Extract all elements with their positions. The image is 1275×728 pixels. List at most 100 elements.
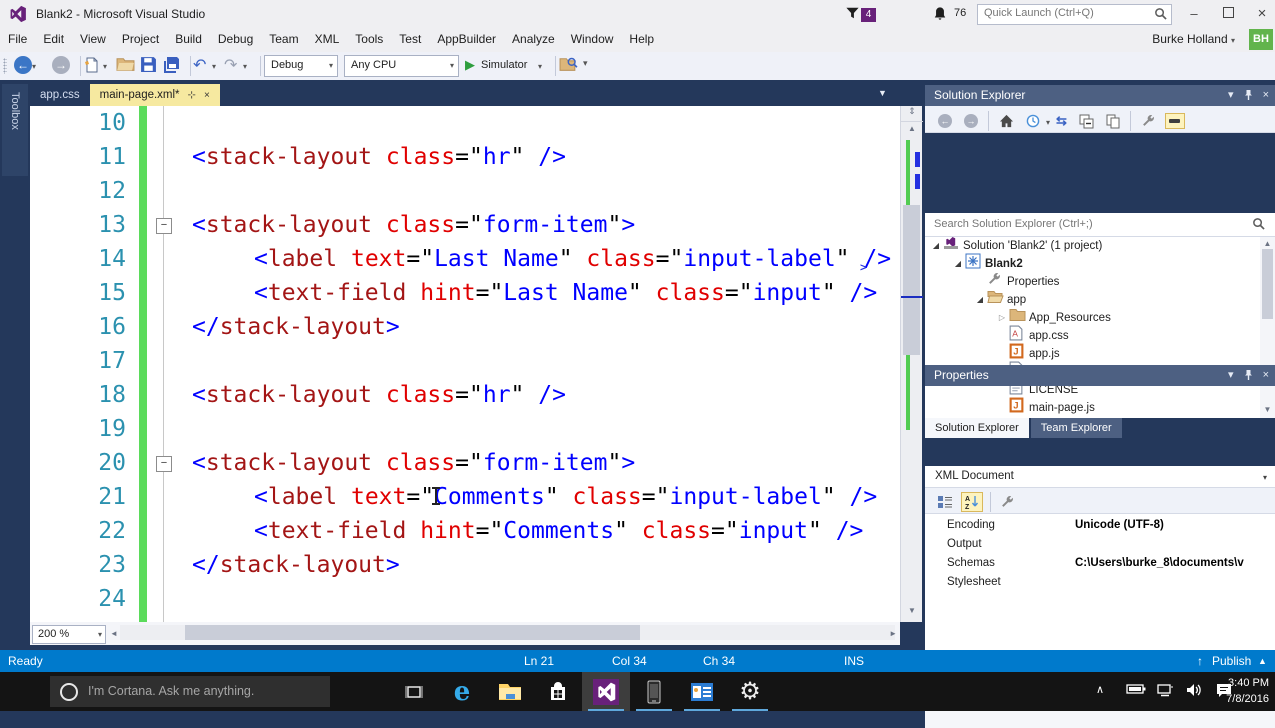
undo-icon[interactable]: ↶ (193, 56, 206, 76)
avatar[interactable]: BH (1249, 29, 1273, 50)
menu-help[interactable]: Help (621, 28, 662, 50)
tree-item-main-page-js[interactable]: Jmain-page.js (925, 399, 1275, 417)
chevron-down-icon[interactable]: ▾ (212, 62, 216, 71)
clock[interactable]: 3:40 PM 7/8/2016 (1226, 675, 1269, 707)
navigate-forward-icon[interactable]: → (52, 56, 70, 74)
close-icon[interactable]: × (1263, 89, 1269, 101)
battery-icon[interactable] (1126, 683, 1146, 695)
start-button[interactable] (0, 672, 48, 711)
tree-item-app-css[interactable]: Aapp.css (925, 327, 1275, 345)
chevron-down-icon[interactable]: ▾ (538, 62, 542, 71)
horizontal-scrollbar-thumb[interactable] (185, 625, 640, 640)
scroll-down-icon[interactable]: ▼ (1260, 405, 1275, 414)
alphabetical-icon[interactable]: AZ (961, 492, 983, 512)
run-play-icon[interactable]: ▶ (465, 57, 475, 73)
redo-icon[interactable]: ↷ (224, 56, 237, 76)
debug-config-dropdown[interactable]: Debug▾ (264, 55, 338, 77)
horizontal-scrollbar[interactable] (120, 625, 895, 640)
scrollbar-thumb[interactable] (903, 205, 920, 355)
new-file-icon[interactable] (84, 56, 100, 74)
save-icon[interactable] (140, 56, 157, 73)
chevron-up-icon[interactable]: ∧ (1096, 683, 1104, 696)
tree-item-app[interactable]: ◢app (925, 291, 1275, 309)
menu-analyze[interactable]: Analyze (504, 28, 563, 50)
property-row[interactable]: SchemasC:\Users\burke_8\documents\v (925, 554, 1275, 573)
scroll-right-icon[interactable]: ► (889, 629, 897, 638)
menu-test[interactable]: Test (391, 28, 429, 50)
property-value[interactable]: C:\Users\burke_8\documents\v (1075, 554, 1275, 573)
bell-icon[interactable] (933, 6, 947, 21)
scroll-down-icon[interactable]: ▼ (901, 606, 923, 615)
expander-icon[interactable]: ◢ (973, 291, 987, 309)
chevron-down-icon[interactable]: ▾ (1046, 118, 1050, 127)
chevron-up-icon[interactable]: ▲ (1258, 656, 1267, 666)
minimize-button[interactable]: – (1178, 0, 1210, 28)
chevron-down-icon[interactable]: ▾ (32, 62, 36, 71)
taskbar-task-view-button[interactable] (390, 672, 438, 711)
tool-tab-solution-explorer[interactable]: Solution Explorer (925, 418, 1029, 438)
taskbar-settings-gear-button[interactable]: ⚙ (726, 672, 774, 711)
scroll-up-icon[interactable]: ▲ (901, 124, 923, 133)
taskbar-visual-studio-button[interactable] (582, 672, 630, 711)
close-icon[interactable]: × (1263, 369, 1269, 381)
tool-tab-team-explorer[interactable]: Team Explorer (1031, 418, 1122, 438)
pin-icon[interactable] (1243, 89, 1254, 101)
tree-item-app-js[interactable]: Japp.js (925, 345, 1275, 363)
home-icon[interactable] (997, 113, 1016, 129)
forward-icon[interactable]: → (962, 113, 980, 129)
cortana-search-input[interactable]: I'm Cortana. Ask me anything. (50, 676, 330, 707)
expander-icon[interactable]: ◢ (929, 237, 943, 255)
expander-icon[interactable]: ▷ (995, 309, 1009, 327)
property-value[interactable] (1075, 573, 1275, 592)
menu-appbuilder[interactable]: AppBuilder (429, 28, 504, 50)
wrench-icon[interactable] (1139, 113, 1157, 129)
tree-item-blank2[interactable]: ◢Blank2 (925, 255, 1275, 273)
navigate-back-icon[interactable]: ← (14, 56, 32, 74)
property-value[interactable]: Unicode (UTF-8) (1075, 516, 1275, 535)
taskbar-document-app-button[interactable] (678, 672, 726, 711)
toolbox-tab[interactable]: Toolbox (2, 84, 28, 176)
menu-build[interactable]: Build (167, 28, 210, 50)
volume-icon[interactable] (1186, 683, 1203, 697)
close-tab-icon[interactable]: × (204, 90, 210, 101)
filter-icon[interactable] (845, 6, 860, 20)
expander-icon[interactable]: ◢ (951, 255, 965, 273)
copy-page-icon[interactable] (1104, 113, 1122, 130)
save-all-icon[interactable] (163, 56, 181, 74)
toolbar-drag-handle[interactable] (3, 58, 7, 74)
network-icon[interactable] (1156, 683, 1174, 697)
fold-collapse-box[interactable]: − (156, 456, 172, 472)
toolbar-overflow-icon[interactable]: ▾ (583, 58, 588, 69)
scrollbar-thumb[interactable] (1262, 249, 1273, 319)
publish-up-icon[interactable]: ↑ (1197, 654, 1203, 668)
platform-dropdown[interactable]: Any CPU▾ (344, 55, 459, 77)
solution-search-input[interactable]: Search Solution Explorer (Ctrl+;) (925, 213, 1275, 237)
menu-tools[interactable]: Tools (347, 28, 391, 50)
menu-view[interactable]: View (72, 28, 114, 50)
taskbar-file-explorer-button[interactable] (486, 672, 534, 711)
property-value[interactable] (1075, 535, 1275, 554)
menu-xml[interactable]: XML (307, 28, 348, 50)
splitter-handle[interactable]: ⇕ (901, 106, 923, 122)
window-position-chevron-icon[interactable]: ▾ (1228, 369, 1234, 381)
properties-object-dropdown[interactable]: XML Document▾ (925, 466, 1275, 488)
wrench-icon[interactable] (998, 494, 1016, 510)
pending-changes-clock-icon[interactable] (1024, 113, 1042, 129)
preview-selected-icon[interactable] (1165, 113, 1185, 129)
menu-file[interactable]: File (0, 28, 35, 50)
scroll-up-icon[interactable]: ▲ (1260, 239, 1275, 248)
code-editor[interactable]: 10111213141516171819202122232425 <stack-… (30, 106, 900, 622)
categorized-icon[interactable] (935, 494, 955, 511)
menu-team[interactable]: Team (261, 28, 306, 50)
menu-window[interactable]: Window (563, 28, 622, 50)
tree-item-properties[interactable]: Properties (925, 273, 1275, 291)
menu-project[interactable]: Project (114, 28, 167, 50)
property-row[interactable]: EncodingUnicode (UTF-8) (925, 516, 1275, 535)
user-menu[interactable]: Burke Holland ▾ (1152, 32, 1235, 46)
folder-search-icon[interactable] (559, 56, 578, 72)
editor-vertical-scrollbar[interactable]: ⇕ ▲ ▼ (900, 106, 922, 622)
scroll-left-icon[interactable]: ◄ (110, 629, 118, 638)
taskbar-phone-emulator-button[interactable] (630, 672, 678, 711)
menu-debug[interactable]: Debug (210, 28, 261, 50)
open-folder-icon[interactable] (116, 56, 135, 72)
